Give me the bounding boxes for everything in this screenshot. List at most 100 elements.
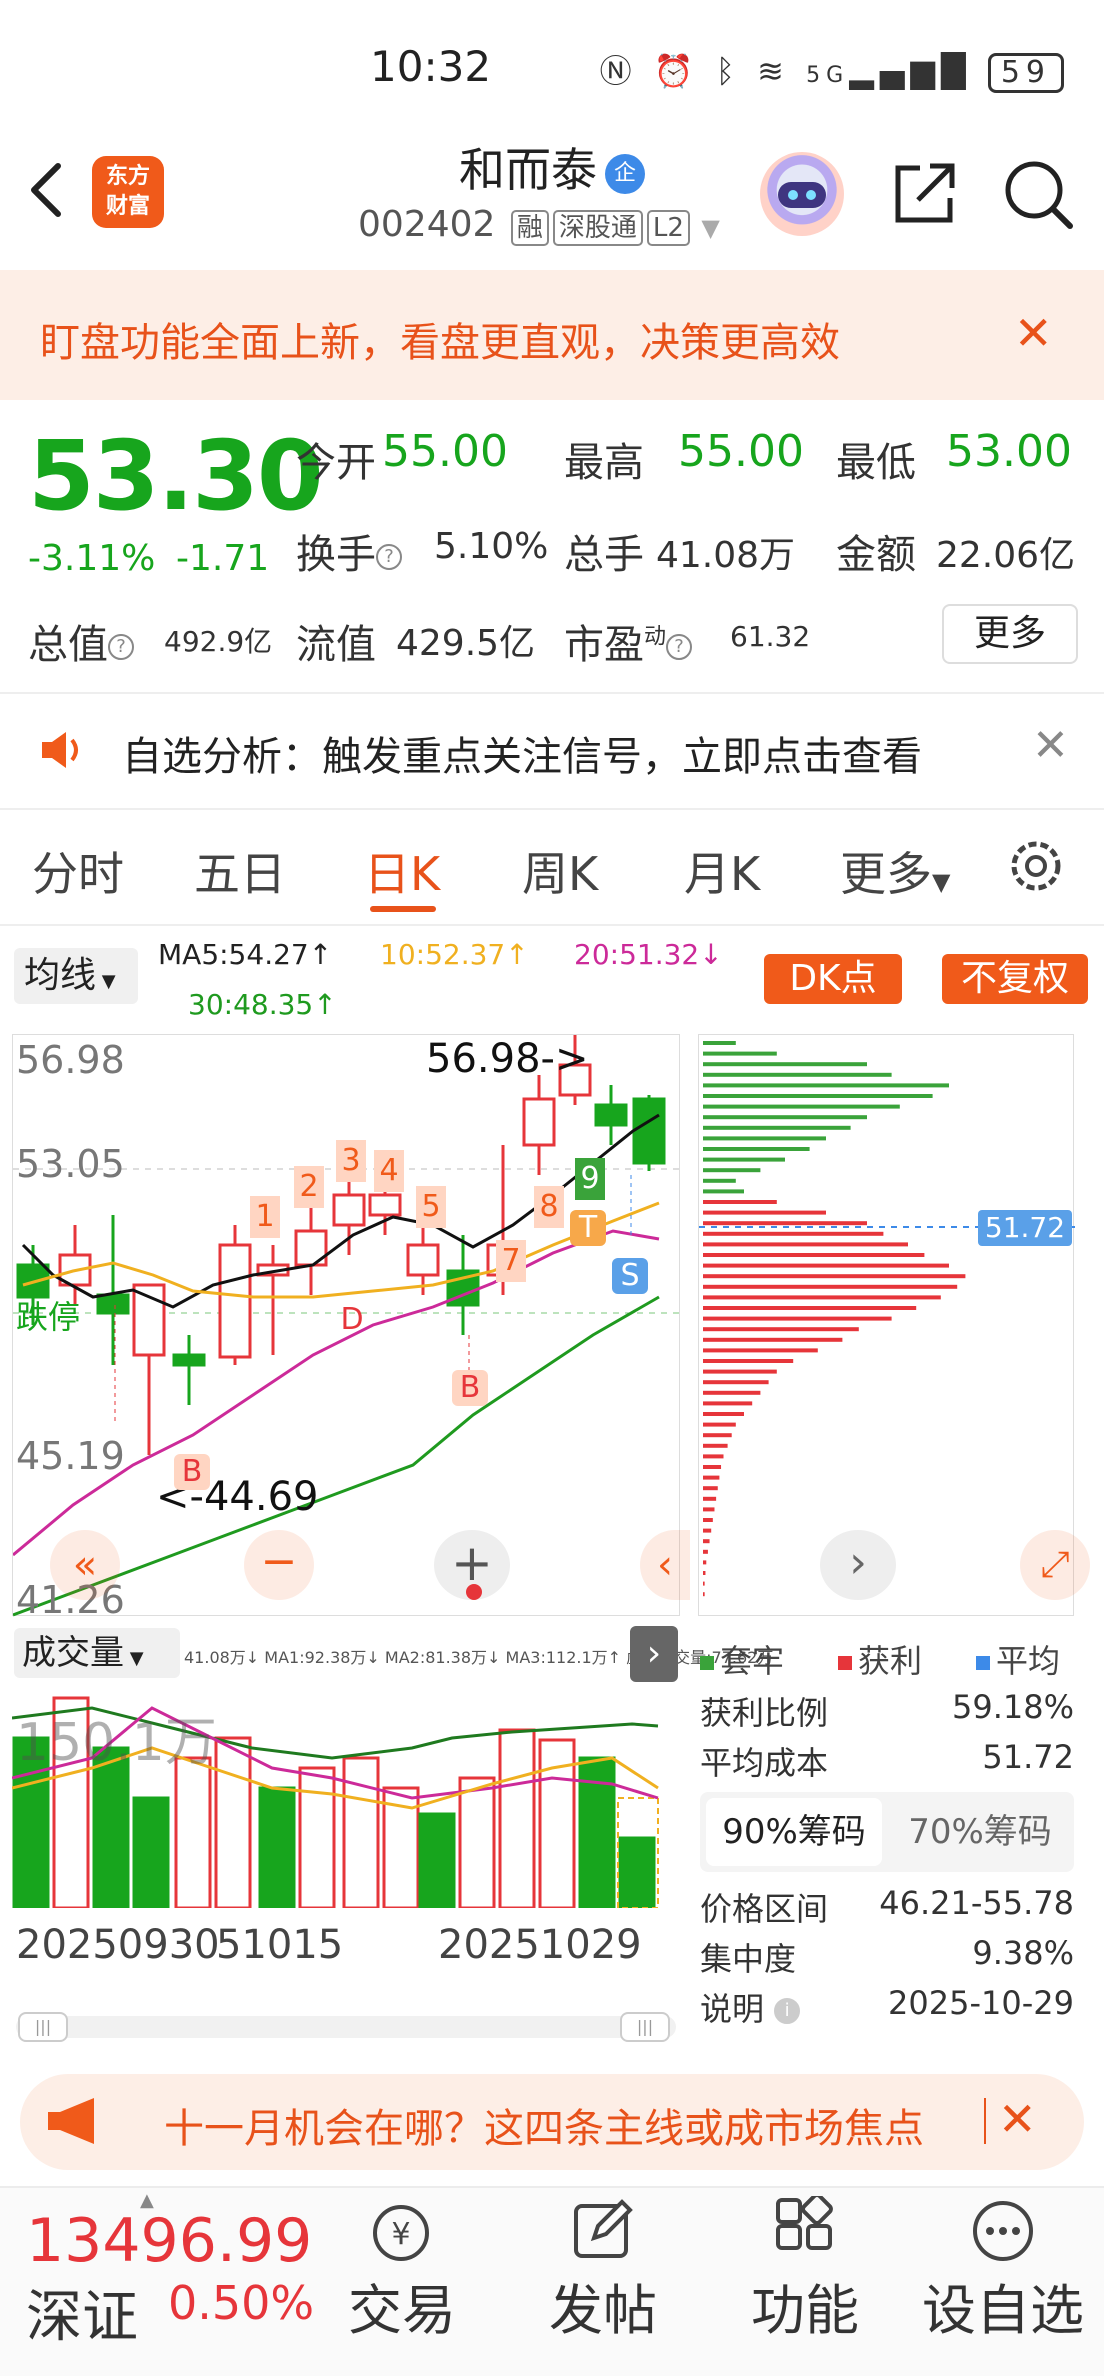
y-label-3: 45.19 — [16, 1434, 125, 1478]
analysis-text[interactable]: 自选分析：触发重点关注信号，立即点击查看 — [122, 724, 922, 782]
ma-selector[interactable]: 均线 ▼ — [14, 948, 138, 1004]
divider — [0, 808, 1104, 810]
note-label: 说明 — [700, 1990, 765, 2028]
chip-bar — [703, 1200, 777, 1204]
chip-bar — [703, 1475, 720, 1480]
scroll-handle-right[interactable]: ||| — [620, 2012, 670, 2042]
chip-bar — [703, 1571, 706, 1575]
assistant-avatar[interactable] — [760, 152, 844, 236]
analysis-close-icon[interactable]: ✕ — [1032, 720, 1069, 771]
info-icon[interactable]: i — [774, 1998, 801, 2024]
volume-bar — [214, 1736, 252, 1910]
chip-bar — [703, 1518, 713, 1522]
low-label: 最低 — [836, 440, 916, 486]
scroll-left-fast-icon[interactable]: « — [50, 1530, 120, 1600]
tab-monthly-k[interactable]: 月K — [684, 838, 760, 904]
profit-ratio-row: 获利比例 59.18% — [700, 1688, 1074, 1734]
scroll-handle-left[interactable]: ||| — [18, 2012, 68, 2042]
pe-sup: 动 — [644, 624, 667, 650]
ma10-value: 10:52.37↑ — [380, 938, 529, 971]
signal-number[interactable]: 9 — [575, 1158, 605, 1200]
avg-cost-row: 平均成本 51.72 — [700, 1738, 1074, 1784]
promo-close-icon[interactable]: ✕ — [998, 2092, 1037, 2146]
share-icon[interactable] — [890, 158, 960, 228]
search-icon[interactable] — [1000, 156, 1076, 232]
tab-daily-k[interactable]: 日K — [364, 838, 440, 904]
chip-bar — [703, 1083, 949, 1088]
price-range-row: 价格区间 46.21-55.78 — [700, 1884, 1074, 1930]
index-name[interactable]: 深证 — [26, 2272, 138, 2353]
chip-bar — [703, 1041, 736, 1045]
chip-bar — [703, 1549, 708, 1554]
tab-five-day[interactable]: 五日 — [194, 838, 286, 904]
info-icon[interactable]: ? — [108, 634, 134, 660]
chip-bar — [703, 1094, 933, 1098]
nav-function[interactable]: 功能 — [740, 2266, 870, 2345]
chip-bar — [703, 1125, 851, 1130]
dropdown-icon[interactable]: ▼ — [701, 214, 719, 242]
speaker-icon — [42, 732, 78, 768]
signal-number[interactable]: 1 — [250, 1196, 280, 1238]
nav-trade[interactable]: 交易 — [340, 2266, 464, 2345]
dropdown-icon: ▼ — [932, 868, 951, 896]
signal-letter[interactable]: D — [334, 1302, 370, 1338]
index-percent: 0.50% — [168, 2276, 315, 2330]
volume-selector[interactable]: 成交量 ▼ — [14, 1628, 180, 1678]
signal-number[interactable]: 5 — [416, 1186, 446, 1228]
info-icon[interactable]: ? — [376, 544, 402, 570]
dropdown-icon: ▼ — [124, 1648, 144, 1669]
stock-code: 002402 — [358, 204, 496, 245]
panel-switch-icon[interactable]: › — [630, 1626, 678, 1682]
stock-code-row[interactable]: 002402 融深股通 L2 ▼ — [358, 204, 720, 246]
turnover-label: 换手? — [296, 522, 402, 580]
signal-letter[interactable]: T — [570, 1210, 606, 1246]
more-dots-icon[interactable] — [968, 2196, 1038, 2266]
expand-icon[interactable]: ⤢ — [1020, 1530, 1090, 1600]
promo-divider — [984, 2098, 986, 2144]
legend-average: 平均 — [976, 1636, 1060, 1682]
chip-next-icon[interactable]: › — [820, 1530, 896, 1600]
seg-90-button[interactable]: 90%筹码 — [706, 1798, 882, 1866]
nav-post[interactable]: 发帖 — [540, 2266, 666, 2345]
signal-number[interactable]: 3 — [336, 1140, 366, 1182]
volume-bar — [174, 1756, 212, 1910]
signal-icon: ▂▄▆█ — [849, 52, 972, 90]
tab-more[interactable]: 更多▼ — [840, 838, 950, 904]
y-label-2: 53.05 — [16, 1142, 125, 1186]
post-icon[interactable] — [568, 2196, 638, 2266]
signal-letter[interactable]: B — [452, 1370, 488, 1406]
function-icon[interactable] — [770, 2196, 840, 2266]
chart-scrollbar[interactable] — [16, 2016, 676, 2038]
legend-average-label: 平均 — [996, 1642, 1061, 1680]
trade-icon[interactable]: ¥ — [366, 2198, 436, 2268]
chip-bar — [703, 1422, 736, 1427]
x-label-mid: 51015 — [216, 1922, 344, 1968]
more-quote-button[interactable]: 更多 — [942, 604, 1078, 664]
nav-add-watchlist[interactable]: 设自选 — [918, 2266, 1088, 2345]
info-icon[interactable]: ? — [666, 634, 693, 660]
signal-number[interactable]: 8 — [534, 1186, 564, 1228]
signal-number[interactable]: 2 — [294, 1166, 324, 1208]
signal-number[interactable]: 4 — [374, 1150, 404, 1192]
signal-letter[interactable]: B — [174, 1454, 210, 1490]
chip-bar — [703, 1115, 867, 1120]
dk-point-button[interactable]: DK点 — [764, 954, 902, 1004]
concentration-value: 9.38% — [972, 1934, 1074, 1972]
ma5-value: MA5:54.27↑ — [158, 938, 333, 971]
volume-legend: 41.08万↓ MA1:92.38万↓ MA2:81.38万↓ MA3:112.… — [184, 1648, 774, 1667]
settings-gear-icon[interactable] — [1006, 836, 1066, 896]
zoom-out-icon[interactable]: − — [244, 1530, 314, 1600]
volume-label: 总手 — [564, 532, 644, 578]
volume-selector-label: 成交量 — [22, 1633, 124, 1673]
signal-letter[interactable]: S — [612, 1258, 648, 1294]
index-value[interactable]: 13496.99 — [26, 2206, 312, 2276]
tab-weekly-k[interactable]: 周K — [522, 838, 598, 904]
banner-close-icon[interactable]: ✕ — [1014, 306, 1053, 360]
tab-intraday[interactable]: 分时 — [32, 838, 124, 904]
chip-bar — [703, 1412, 744, 1416]
promo-text[interactable]: 十一月机会在哪？这四条主线或成市场焦点 — [164, 2096, 974, 2154]
adjust-button[interactable]: 不复权 — [942, 954, 1088, 1004]
signal-number[interactable]: 7 — [496, 1240, 526, 1282]
status-time: 10:32 — [370, 42, 492, 91]
seg-70-button[interactable]: 70%筹码 — [890, 1798, 1070, 1866]
